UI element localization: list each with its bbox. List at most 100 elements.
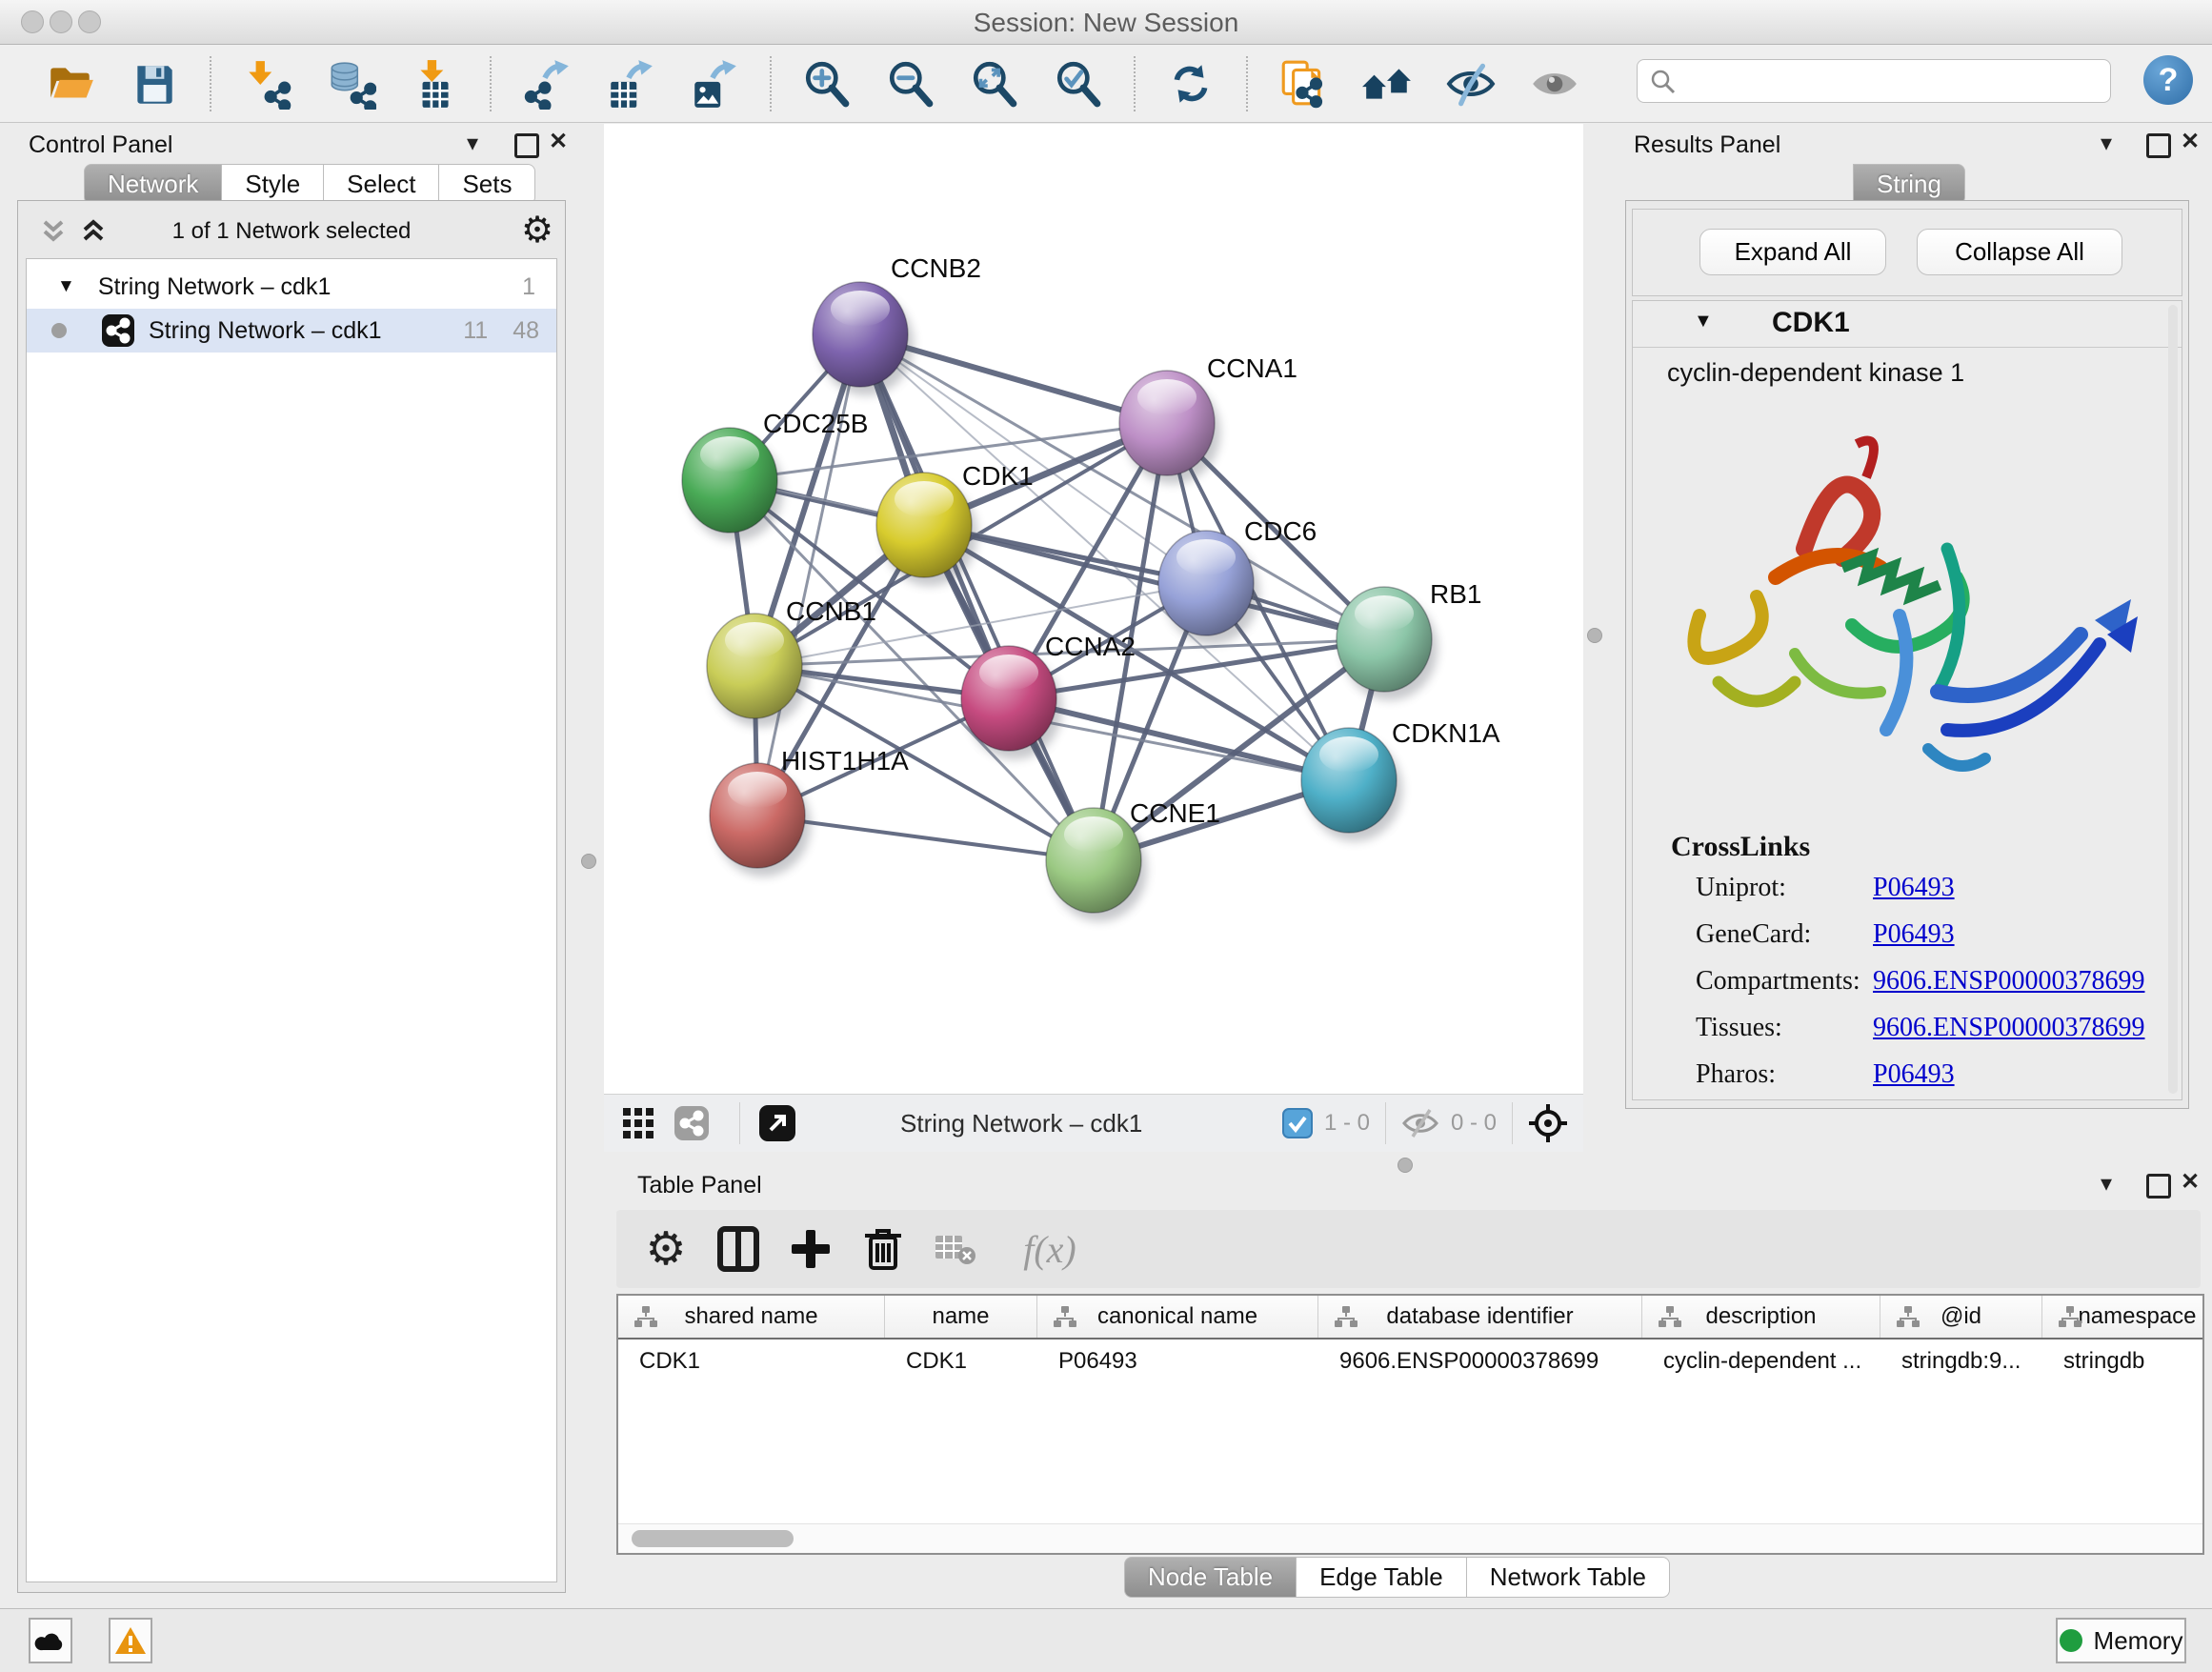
- network-canvas[interactable]: CCNB2CCNA1CDC25BCDK1CDC6RB1CCNB1CCNA2CDK…: [604, 124, 1583, 1094]
- table-close-icon[interactable]: ✕: [2181, 1168, 2200, 1196]
- disclosure-triangle-icon[interactable]: ▼: [57, 276, 75, 297]
- tab-string[interactable]: String: [1853, 164, 1965, 205]
- table-cell[interactable]: 9606.ENSP00000378699: [1318, 1348, 1642, 1375]
- network-node-CCNA1[interactable]: CCNA1: [1119, 353, 1297, 484]
- column-header-namespace[interactable]: namespace: [2042, 1296, 2204, 1338]
- import-table-icon[interactable]: [403, 52, 466, 115]
- gene-header-row[interactable]: ▼ CDK1: [1633, 301, 2182, 348]
- results-float-icon[interactable]: [2146, 133, 2171, 163]
- copy-view-icon[interactable]: [1272, 52, 1335, 115]
- panel-close-icon[interactable]: ✕: [549, 128, 568, 155]
- network-row[interactable]: String Network – cdk1 11 48: [27, 309, 556, 353]
- expand-all-button[interactable]: Expand All: [1699, 229, 1886, 275]
- table-row[interactable]: CDK1CDK1P064939606.ENSP00000378699cyclin…: [618, 1340, 2202, 1383]
- tab-network[interactable]: Network: [84, 164, 222, 205]
- column-header-name[interactable]: name: [885, 1296, 1037, 1338]
- export-image-icon[interactable]: [683, 52, 746, 115]
- column-header-database-identifier[interactable]: database identifier: [1318, 1296, 1642, 1338]
- tab-sets[interactable]: Sets: [439, 164, 535, 205]
- zoom-in-icon[interactable]: [795, 52, 858, 115]
- table-settings-gear-icon[interactable]: ⚙: [635, 1219, 696, 1279]
- search-input[interactable]: [1685, 62, 2099, 98]
- export-network-icon[interactable]: [515, 52, 578, 115]
- delete-column-trash-icon[interactable]: [853, 1219, 914, 1279]
- crosslink-value-link[interactable]: P06493: [1873, 919, 1955, 950]
- results-collapse-icon[interactable]: ▾: [2101, 130, 2112, 157]
- column-type-icon: [1896, 1305, 1920, 1337]
- network-panel-box: 1 of 1 Network selected ⚙ ▼ String Netwo…: [17, 200, 566, 1593]
- first-neighbors-icon[interactable]: [1356, 52, 1418, 115]
- cloud-button[interactable]: [29, 1618, 72, 1663]
- left-splitter-handle[interactable]: [581, 854, 596, 869]
- crosslink-value-link[interactable]: P06493: [1873, 873, 1955, 903]
- grid-view-icon[interactable]: [617, 1093, 659, 1154]
- column-header-shared-name[interactable]: shared name: [618, 1296, 885, 1338]
- network-node-HIST1H1A[interactable]: HIST1H1A: [710, 746, 909, 876]
- clear-table-icon: [925, 1219, 986, 1279]
- node-label: CCNA1: [1207, 353, 1297, 383]
- tab-select[interactable]: Select: [324, 164, 439, 205]
- network-collection-row[interactable]: ▼ String Network – cdk1 1: [27, 265, 556, 309]
- table-float-icon[interactable]: [2146, 1174, 2171, 1203]
- import-network-icon[interactable]: [235, 52, 298, 115]
- tab-network-table[interactable]: Network Table: [1467, 1557, 1670, 1598]
- table-cell[interactable]: CDK1: [885, 1348, 1037, 1375]
- share-view-icon[interactable]: [671, 1093, 713, 1154]
- network-node-CDC25B[interactable]: CDC25B: [682, 409, 868, 541]
- network-node-CDKN1A[interactable]: CDKN1A: [1301, 718, 1500, 841]
- network-node-CCNB2[interactable]: CCNB2: [813, 253, 981, 395]
- column-header--id[interactable]: @id: [1880, 1296, 2042, 1338]
- fit-center-crosshair-icon[interactable]: [1528, 1103, 1568, 1143]
- network-node-CCNA2[interactable]: CCNA2: [961, 632, 1136, 759]
- gene-disclosure-icon[interactable]: ▼: [1694, 311, 1713, 332]
- column-header-canonical-name[interactable]: canonical name: [1037, 1296, 1318, 1338]
- table-cell[interactable]: stringdb: [2042, 1348, 2204, 1375]
- hide-selected-icon[interactable]: [1439, 52, 1502, 115]
- network-node-RB1[interactable]: RB1: [1337, 579, 1481, 700]
- open-icon[interactable]: [39, 52, 102, 115]
- warnings-button[interactable]: [109, 1618, 152, 1663]
- crosslink-value-link[interactable]: P06493: [1873, 1059, 1955, 1090]
- right-splitter-handle[interactable]: [1587, 628, 1602, 643]
- crosslink-value-link[interactable]: 9606.ENSP00000378699: [1873, 966, 2144, 997]
- scrollbar-thumb[interactable]: [632, 1530, 794, 1547]
- refresh-icon[interactable]: [1159, 52, 1222, 115]
- show-all-icon[interactable]: [1523, 52, 1586, 115]
- tab-style[interactable]: Style: [222, 164, 324, 205]
- panel-float-icon[interactable]: [514, 133, 539, 163]
- network-options-gear-icon[interactable]: ⚙: [521, 209, 553, 252]
- save-icon[interactable]: [123, 52, 186, 115]
- column-header-description[interactable]: description: [1642, 1296, 1880, 1338]
- network-node-CDC6[interactable]: CDC6: [1158, 516, 1317, 644]
- table-cell[interactable]: stringdb:9...: [1880, 1348, 2042, 1375]
- network-node-CDK1[interactable]: CDK1: [876, 461, 1034, 586]
- create-column-plus-icon[interactable]: [780, 1219, 841, 1279]
- crosslink-value-link[interactable]: 9606.ENSP00000378699: [1873, 1013, 2144, 1043]
- hidden-eye-icon: [1401, 1107, 1439, 1139]
- tab-node-table[interactable]: Node Table: [1124, 1557, 1297, 1598]
- selected-checkbox-icon[interactable]: [1282, 1108, 1313, 1138]
- tab-edge-table[interactable]: Edge Table: [1297, 1557, 1467, 1598]
- panel-collapse-icon[interactable]: ▾: [467, 130, 478, 157]
- import-database-icon[interactable]: [319, 52, 382, 115]
- table-cell[interactable]: P06493: [1037, 1348, 1318, 1375]
- network-node-CCNE1[interactable]: CCNE1: [1046, 798, 1220, 921]
- help-button[interactable]: ?: [2143, 55, 2193, 105]
- show-columns-icon[interactable]: [708, 1219, 769, 1279]
- table-collapse-icon[interactable]: ▾: [2101, 1170, 2112, 1198]
- collapse-all-button[interactable]: Collapse All: [1917, 229, 2122, 275]
- zoom-selected-icon[interactable]: [1047, 52, 1110, 115]
- table-panel-title: Table Panel: [637, 1172, 762, 1199]
- memory-button[interactable]: Memory: [2056, 1618, 2186, 1663]
- table-cell[interactable]: cyclin-dependent ...: [1642, 1348, 1880, 1375]
- results-close-icon[interactable]: ✕: [2181, 128, 2200, 155]
- column-type-icon: [1053, 1305, 1077, 1337]
- table-cell[interactable]: CDK1: [618, 1348, 885, 1375]
- zoom-fit-icon[interactable]: [963, 52, 1026, 115]
- table-horizontal-scrollbar[interactable]: [618, 1523, 2202, 1553]
- export-table-icon[interactable]: [599, 52, 662, 115]
- zoom-out-icon[interactable]: [879, 52, 942, 115]
- birds-eye-view-icon[interactable]: [755, 1093, 799, 1154]
- results-vertical-scrollbar[interactable]: [2168, 305, 2178, 1094]
- cloud-icon: [34, 1629, 67, 1652]
